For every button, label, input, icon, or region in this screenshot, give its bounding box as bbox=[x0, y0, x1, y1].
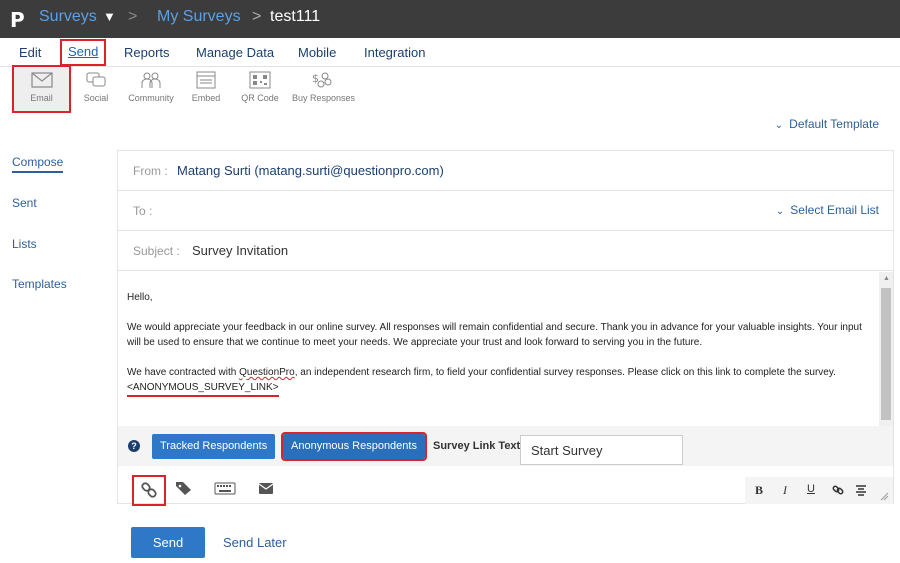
main-nav: Edit Send Reports Manage Data Mobile Int… bbox=[0, 38, 900, 67]
social-label: Social bbox=[83, 93, 109, 103]
chevron-down-icon: ⌄ bbox=[775, 206, 785, 217]
keyboard-icon[interactable] bbox=[214, 480, 236, 496]
tracked-respondents-button[interactable]: Tracked Respondents bbox=[152, 434, 276, 459]
menu-sent[interactable]: Sent bbox=[12, 196, 37, 210]
survey-link-text-input[interactable] bbox=[520, 435, 683, 465]
underline-button[interactable]: U bbox=[807, 483, 815, 495]
send-later-button[interactable]: Send Later bbox=[223, 535, 287, 550]
body-brand-name: QuestionPro bbox=[239, 367, 295, 378]
subject-row: Subject : Survey Invitation bbox=[118, 231, 893, 271]
template-select-label: Default Template bbox=[789, 117, 879, 131]
editor-toolbar: B I U bbox=[118, 473, 893, 506]
send-qr-code-option[interactable]: QR Code bbox=[232, 69, 288, 109]
subject-label: Subject : bbox=[133, 244, 180, 258]
message-body-editor[interactable]: Hello, We would appreciate your feedback… bbox=[118, 272, 893, 426]
nav-send[interactable]: Send bbox=[59, 39, 107, 66]
qr-code-label: QR Code bbox=[241, 93, 279, 103]
embed-label: Embed bbox=[191, 93, 221, 103]
send-email-option[interactable]: Email bbox=[12, 65, 71, 113]
buy-responses-icon: $ bbox=[312, 72, 332, 88]
breadcrumb-survey-name: test111 bbox=[270, 8, 321, 25]
nav-edit[interactable]: Edit bbox=[19, 45, 41, 60]
envelope-icon[interactable] bbox=[257, 480, 275, 496]
link-icon bbox=[141, 482, 157, 498]
survey-link-text-label: Survey Link Text: bbox=[433, 440, 524, 452]
nav-reports[interactable]: Reports bbox=[124, 45, 170, 60]
scroll-up-icon[interactable]: ▲ bbox=[883, 275, 890, 282]
body-paragraph-2-start: We have contracted with bbox=[127, 367, 240, 378]
send-buy-responses-option[interactable]: $ Buy Responses bbox=[292, 69, 356, 109]
breadcrumb-separator: > bbox=[128, 8, 138, 25]
send-embed-option[interactable]: Embed bbox=[178, 69, 234, 109]
top-bar: P Surveys ▼ > My Surveys > test111 bbox=[0, 0, 900, 38]
surveys-menu[interactable]: Surveys bbox=[39, 8, 97, 26]
align-center-icon[interactable] bbox=[855, 484, 867, 496]
insert-link-button[interactable] bbox=[132, 475, 166, 506]
send-button[interactable]: Send bbox=[131, 527, 205, 558]
send-options-nav: Email Social Community Embed QR Code $ B… bbox=[0, 65, 900, 113]
to-label: To : bbox=[133, 204, 153, 218]
embed-icon bbox=[196, 71, 216, 89]
send-social-option[interactable]: Social bbox=[68, 69, 124, 109]
body-paragraph-1: We would appreciate your feedback in our… bbox=[127, 322, 862, 348]
anonymous-respondents-button[interactable]: Anonymous Respondents bbox=[281, 432, 427, 461]
breadcrumb-my-surveys[interactable]: My Surveys bbox=[157, 8, 241, 26]
menu-lists[interactable]: Lists bbox=[12, 237, 37, 251]
scrollbar-thumb[interactable] bbox=[881, 288, 891, 420]
nav-integration[interactable]: Integration bbox=[364, 45, 425, 60]
select-email-list[interactable]: ⌄ Select Email List bbox=[776, 203, 879, 217]
menu-templates[interactable]: Templates bbox=[12, 277, 67, 291]
from-value[interactable]: Matang Surti (matang.surti@questionpro.c… bbox=[177, 163, 444, 178]
editor-scrollbar[interactable]: ▲ bbox=[879, 272, 893, 426]
caret-down-icon[interactable]: ▼ bbox=[103, 9, 116, 24]
send-community-option[interactable]: Community bbox=[123, 69, 179, 109]
template-select[interactable]: ⌄ Default Template bbox=[775, 117, 879, 131]
qr-code-icon bbox=[249, 71, 271, 89]
body-greeting: Hello, bbox=[127, 292, 153, 303]
format-toolbar: B I U bbox=[745, 477, 893, 504]
anonymous-survey-link-tag: <ANONYMOUS_SURVEY_LINK> bbox=[127, 380, 279, 397]
social-icon bbox=[86, 72, 106, 87]
from-label: From : bbox=[133, 164, 168, 178]
resize-handle-icon[interactable] bbox=[879, 491, 889, 501]
community-label: Community bbox=[128, 93, 174, 103]
nav-mobile[interactable]: Mobile bbox=[298, 45, 336, 60]
email-label: Email bbox=[30, 93, 53, 103]
tag-icon[interactable] bbox=[175, 480, 193, 496]
link-icon[interactable] bbox=[831, 484, 845, 496]
select-email-list-label: Select Email List bbox=[790, 203, 879, 217]
community-icon bbox=[141, 72, 161, 88]
to-row: To : ⌄ Select Email List bbox=[118, 191, 893, 231]
menu-compose[interactable]: Compose bbox=[12, 155, 64, 173]
breadcrumb-separator: > bbox=[252, 8, 262, 25]
email-compose-panel: From : Matang Surti (matang.surti@questi… bbox=[117, 150, 894, 506]
from-row: From : Matang Surti (matang.surti@questi… bbox=[118, 151, 893, 191]
italic-button[interactable]: I bbox=[783, 483, 787, 498]
app-logo[interactable]: P bbox=[10, 8, 25, 32]
body-paragraph-2-end: , an independent research firm, to field… bbox=[294, 367, 836, 378]
buy-responses-label: Buy Responses bbox=[292, 93, 356, 103]
bold-button[interactable]: B bbox=[755, 483, 763, 498]
chevron-down-icon: ⌄ bbox=[774, 120, 784, 131]
survey-link-bar: ? Tracked Respondents Anonymous Responde… bbox=[118, 426, 893, 466]
envelope-icon bbox=[30, 72, 53, 88]
help-icon[interactable]: ? bbox=[128, 440, 140, 452]
subject-input[interactable]: Survey Invitation bbox=[192, 243, 288, 258]
nav-manage-data[interactable]: Manage Data bbox=[196, 45, 274, 60]
